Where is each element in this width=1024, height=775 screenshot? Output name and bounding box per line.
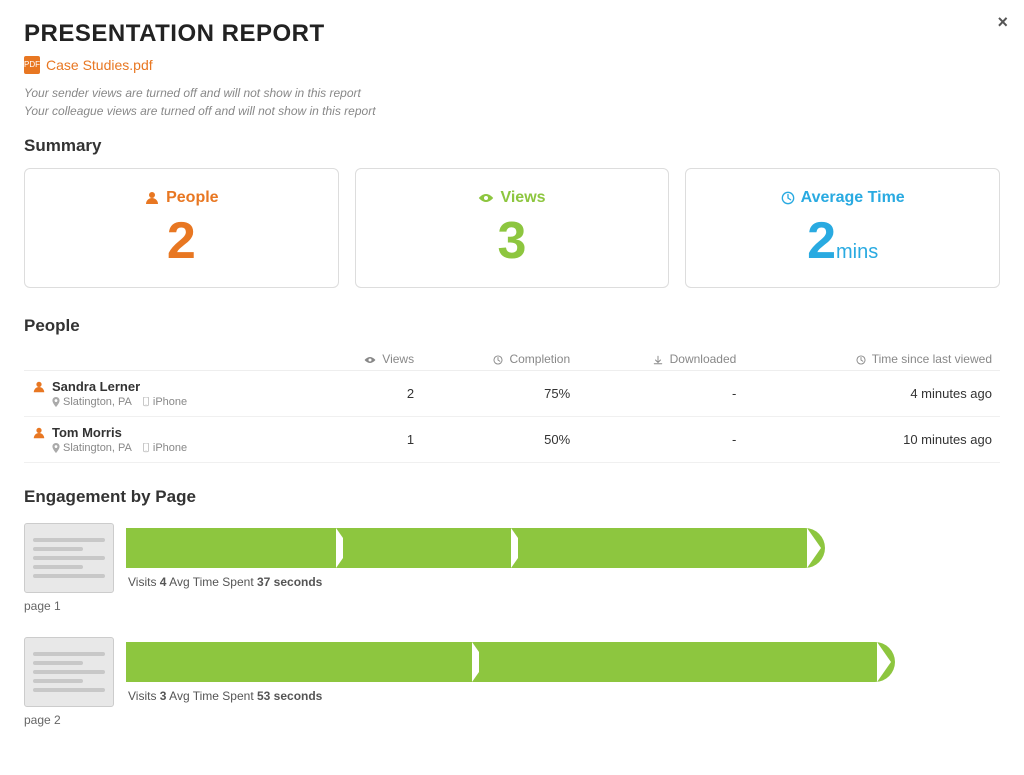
file-link[interactable]: PDF Case Studies.pdf [24, 56, 1000, 74]
people-card: People 2 [24, 168, 339, 288]
person-2-meta: Slatington, PA iPhone [32, 442, 303, 454]
col-name [24, 348, 311, 371]
col-downloaded: Downloaded [578, 348, 744, 371]
person-2-device: iPhone [142, 442, 187, 454]
notice-1: Your sender views are turned off and wil… [24, 84, 1000, 102]
person-1-name: Sandra Lerner [32, 379, 303, 394]
avg-time-card-value: 2mins [702, 215, 983, 267]
page-1-bar-info: Visits 4 Avg Time Spent 37 seconds [126, 575, 1000, 589]
views-card-label: Views [372, 189, 653, 207]
people-section: People Views [24, 316, 1000, 463]
pdf-icon: PDF [24, 56, 40, 74]
page-1-avg-time: 37 seconds [257, 575, 322, 589]
close-button[interactable]: × [997, 12, 1008, 33]
col-views: Views [311, 348, 422, 371]
table-row: Tom Morris Slatington, PA iPhone [24, 417, 1000, 463]
person-2-downloaded: - [578, 417, 744, 463]
engagement-section: Engagement by Page [24, 487, 1000, 727]
engagement-section-title: Engagement by Page [24, 487, 1000, 507]
notices: Your sender views are turned off and wil… [24, 84, 1000, 120]
notice-2: Your colleague views are turned off and … [24, 102, 1000, 120]
avg-time-card-label: Average Time [702, 189, 983, 207]
person-1-icon [32, 380, 46, 394]
person-1-downloaded: - [578, 371, 744, 417]
thumb-line [33, 556, 105, 560]
thumb-line [33, 679, 83, 683]
completion-col-icon [493, 352, 509, 366]
person-1-views: 2 [311, 371, 422, 417]
page-1-bar-container: Visits 4 Avg Time Spent 37 seconds [126, 528, 1000, 589]
page-1-item: Visits 4 Avg Time Spent 37 seconds page … [24, 523, 1000, 613]
people-table: Views Completion [24, 348, 1000, 463]
person-1-location: Slatington, PA [52, 396, 132, 408]
person-2-location: Slatington, PA [52, 442, 132, 454]
views-card-value: 3 [372, 215, 653, 267]
eye-icon [478, 192, 494, 204]
page-1-visits: 4 [160, 575, 167, 589]
page-title: PRESENTATION REPORT [24, 20, 1000, 48]
thumb-line [33, 661, 83, 665]
download-col-icon [653, 352, 669, 366]
thumb-line [33, 652, 105, 656]
page-2-item: Visits 3 Avg Time Spent 53 seconds page … [24, 637, 1000, 727]
person-1-device: iPhone [142, 396, 187, 408]
person-2-info: Tom Morris Slatington, PA iPhone [24, 417, 311, 463]
thumb-line [33, 574, 105, 578]
main-container: PRESENTATION REPORT PDF Case Studies.pdf… [0, 0, 1024, 775]
page-2-thumbnail [24, 637, 114, 707]
thumb-line [33, 670, 105, 674]
clock-icon [781, 191, 795, 205]
page-1-label: page 1 [24, 599, 1000, 613]
thumb-line [33, 688, 105, 692]
summary-section-title: Summary [24, 136, 1000, 156]
person-2-views: 1 [311, 417, 422, 463]
person-1-time-since: 4 minutes ago [744, 371, 1000, 417]
table-row: Sandra Lerner Slatington, PA iPhone [24, 371, 1000, 417]
page-1-visual: Visits 4 Avg Time Spent 37 seconds [24, 523, 1000, 593]
page-2-visits: 3 [160, 689, 167, 703]
page-2-label: page 2 [24, 713, 1000, 727]
col-time-since: Time since last viewed [744, 348, 1000, 371]
person-1-meta: Slatington, PA iPhone [32, 396, 303, 408]
person-1-info: Sandra Lerner Slatington, PA iPhone [24, 371, 311, 417]
thumb-line [33, 565, 83, 569]
person-2-completion: 50% [422, 417, 578, 463]
page-1-thumbnail [24, 523, 114, 593]
people-card-value: 2 [41, 215, 322, 267]
people-section-title: People [24, 316, 1000, 336]
person-1-completion: 75% [422, 371, 578, 417]
page-2-bar-container: Visits 3 Avg Time Spent 53 seconds [126, 642, 1000, 703]
page-2-avg-time: 53 seconds [257, 689, 322, 703]
person-2-name: Tom Morris [32, 425, 303, 440]
thumb-line [33, 538, 105, 542]
people-card-label: People [41, 189, 322, 207]
time-col-icon [856, 352, 872, 366]
person-icon [144, 190, 160, 206]
avg-time-card: Average Time 2mins [685, 168, 1000, 288]
person-2-icon [32, 426, 46, 440]
views-card: Views 3 [355, 168, 670, 288]
file-name: Case Studies.pdf [46, 57, 153, 73]
page-2-bar-info: Visits 3 Avg Time Spent 53 seconds [126, 689, 1000, 703]
thumb-line [33, 547, 83, 551]
summary-cards: People 2 Views 3 Average Time [24, 168, 1000, 288]
person-2-time-since: 10 minutes ago [744, 417, 1000, 463]
views-col-icon [364, 352, 382, 366]
mins-label: mins [836, 241, 878, 263]
col-completion: Completion [422, 348, 578, 371]
page-2-visual: Visits 3 Avg Time Spent 53 seconds [24, 637, 1000, 707]
